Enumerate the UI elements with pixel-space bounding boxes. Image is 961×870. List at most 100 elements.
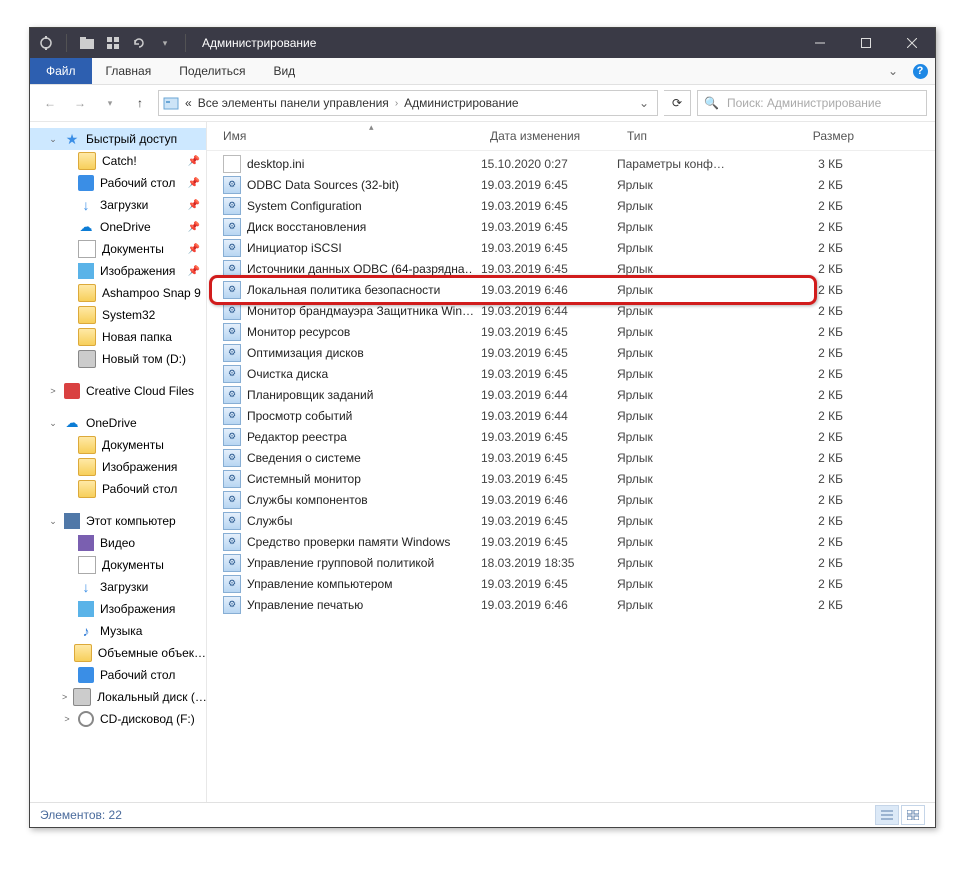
- sidebar-item[interactable]: ☁OneDrive📌: [30, 216, 206, 238]
- address-dropdown-icon[interactable]: ⌄: [635, 96, 653, 110]
- tab-share[interactable]: Поделиться: [165, 58, 259, 84]
- sidebar-item[interactable]: Видео: [30, 532, 206, 554]
- file-row[interactable]: ⚙Оптимизация дисков19.03.2019 6:45Ярлык2…: [207, 342, 935, 363]
- sidebar-item[interactable]: Изображения📌: [30, 260, 206, 282]
- sidebar-item[interactable]: Catch!📌: [30, 150, 206, 172]
- sidebar-item[interactable]: Документы: [30, 434, 206, 456]
- view-details-button[interactable]: [875, 805, 899, 825]
- file-row[interactable]: ⚙Планировщик заданий19.03.2019 6:44Ярлык…: [207, 384, 935, 405]
- pin-icon: 📌: [188, 200, 200, 211]
- file-row[interactable]: ⚙Монитор брандмауэра Защитника Win…19.03…: [207, 300, 935, 321]
- file-row[interactable]: ⚙Просмотр событий19.03.2019 6:44Ярлык2 К…: [207, 405, 935, 426]
- file-date: 19.03.2019 6:46: [473, 283, 609, 297]
- nav-back-button[interactable]: ←: [38, 91, 62, 115]
- nav-forward-button[interactable]: →: [68, 91, 92, 115]
- pin-icon: 📌: [188, 178, 200, 189]
- sidebar-item[interactable]: >Creative Cloud Files: [30, 380, 206, 402]
- column-name[interactable]: Имя: [215, 122, 482, 150]
- sidebar-item[interactable]: Ashampoo Snap 9: [30, 282, 206, 304]
- file-row[interactable]: ⚙Источники данных ODBC (64-разрядна…19.0…: [207, 258, 935, 279]
- search-input[interactable]: [725, 95, 920, 111]
- sidebar-item[interactable]: ⌄☁OneDrive: [30, 412, 206, 434]
- cc-icon: [64, 383, 80, 399]
- nav-up-button[interactable]: ↑: [128, 91, 152, 115]
- tab-home[interactable]: Главная: [92, 58, 166, 84]
- column-size[interactable]: Размер: [764, 122, 863, 150]
- file-row[interactable]: ⚙Управление компьютером19.03.2019 6:45Яр…: [207, 573, 935, 594]
- chevron-right-icon[interactable]: ›: [395, 98, 398, 109]
- file-row[interactable]: ⚙System Configuration19.03.2019 6:45Ярлы…: [207, 195, 935, 216]
- sidebar-item[interactable]: System32: [30, 304, 206, 326]
- help-button[interactable]: ?: [905, 58, 935, 84]
- file-row[interactable]: ⚙ODBC Data Sources (32-bit)19.03.2019 6:…: [207, 174, 935, 195]
- tab-view[interactable]: Вид: [259, 58, 309, 84]
- sidebar-item[interactable]: Новая папка: [30, 326, 206, 348]
- file-type: Ярлык: [609, 178, 753, 192]
- sidebar-item[interactable]: >CD-дисковод (F:): [30, 708, 206, 730]
- maximize-button[interactable]: [843, 28, 889, 58]
- file-row[interactable]: desktop.ini15.10.2020 0:27Параметры конф…: [207, 153, 935, 174]
- file-row[interactable]: ⚙Локальная политика безопасности19.03.20…: [207, 279, 935, 300]
- nav-recent-dropdown[interactable]: ▾: [98, 91, 122, 115]
- file-date: 19.03.2019 6:45: [473, 577, 609, 591]
- folder-icon: [78, 306, 96, 324]
- view-large-icons-button[interactable]: [901, 805, 925, 825]
- folder-icon: [78, 458, 96, 476]
- close-button[interactable]: [889, 28, 935, 58]
- file-row[interactable]: ⚙Системный монитор19.03.2019 6:45Ярлык2 …: [207, 468, 935, 489]
- sidebar-item[interactable]: Изображения: [30, 598, 206, 620]
- ribbon-expand-icon[interactable]: ⌄: [881, 58, 905, 84]
- address-bar[interactable]: « Все элементы панели управления › Админ…: [158, 90, 658, 116]
- sidebar-item[interactable]: ♪Музыка: [30, 620, 206, 642]
- file-row[interactable]: ⚙Инициатор iSCSI19.03.2019 6:45Ярлык2 КБ: [207, 237, 935, 258]
- tree-expand-icon[interactable]: >: [48, 386, 58, 396]
- file-name: Управление групповой политикой: [247, 556, 434, 570]
- tree-expand-icon[interactable]: >: [62, 692, 67, 702]
- sidebar-item[interactable]: ↓Загрузки: [30, 576, 206, 598]
- sidebar-item[interactable]: Объемные объек…: [30, 642, 206, 664]
- search-box[interactable]: 🔍: [697, 90, 927, 116]
- file-row[interactable]: ⚙Диск восстановления19.03.2019 6:45Ярлык…: [207, 216, 935, 237]
- tab-file[interactable]: Файл: [30, 58, 92, 84]
- qat-dropdown-icon[interactable]: ▾: [157, 35, 173, 51]
- file-row[interactable]: ⚙Управление печатью19.03.2019 6:46Ярлык2…: [207, 594, 935, 615]
- file-row[interactable]: ⚙Монитор ресурсов19.03.2019 6:45Ярлык2 К…: [207, 321, 935, 342]
- file-row[interactable]: ⚙Редактор реестра19.03.2019 6:45Ярлык2 К…: [207, 426, 935, 447]
- qat-properties-icon[interactable]: [38, 35, 54, 51]
- file-list[interactable]: desktop.ini15.10.2020 0:27Параметры конф…: [207, 151, 935, 802]
- file-row[interactable]: ⚙Службы компонентов19.03.2019 6:46Ярлык2…: [207, 489, 935, 510]
- minimize-button[interactable]: [797, 28, 843, 58]
- qat-new-folder-icon[interactable]: [79, 35, 95, 51]
- file-row[interactable]: ⚙Очистка диска19.03.2019 6:45Ярлык2 КБ: [207, 363, 935, 384]
- sidebar-item[interactable]: Рабочий стол: [30, 664, 206, 686]
- qat-undo-icon[interactable]: [131, 35, 147, 51]
- file-row[interactable]: ⚙Сведения о системе19.03.2019 6:45Ярлык2…: [207, 447, 935, 468]
- sidebar-item[interactable]: Изображения: [30, 456, 206, 478]
- sidebar-item[interactable]: Рабочий стол📌: [30, 172, 206, 194]
- sidebar-item[interactable]: Новый том (D:): [30, 348, 206, 370]
- sidebar-item[interactable]: Документы: [30, 554, 206, 576]
- sidebar-item[interactable]: ⌄Этот компьютер: [30, 510, 206, 532]
- refresh-button[interactable]: ⟳: [664, 90, 691, 116]
- sidebar-item[interactable]: ⌄★Быстрый доступ: [30, 128, 206, 150]
- breadcrumb-2[interactable]: Администрирование: [404, 96, 518, 110]
- column-date[interactable]: Дата изменения: [482, 122, 619, 150]
- file-date: 19.03.2019 6:46: [473, 493, 609, 507]
- file-row[interactable]: ⚙Службы19.03.2019 6:45Ярлык2 КБ: [207, 510, 935, 531]
- breadcrumb-1[interactable]: Все элементы панели управления: [198, 96, 389, 110]
- file-size: 2 КБ: [753, 304, 851, 318]
- sidebar-item[interactable]: Рабочий стол: [30, 478, 206, 500]
- column-type[interactable]: Тип: [619, 122, 764, 150]
- sidebar-item[interactable]: ↓Загрузки📌: [30, 194, 206, 216]
- sidebar-item[interactable]: >Локальный диск (…: [30, 686, 206, 708]
- file-row[interactable]: ⚙Управление групповой политикой18.03.201…: [207, 552, 935, 573]
- file-type: Ярлык: [609, 409, 753, 423]
- sidebar-item[interactable]: Документы📌: [30, 238, 206, 260]
- qat-view-icon[interactable]: [105, 35, 121, 51]
- tree-expand-icon[interactable]: ⌄: [48, 516, 58, 527]
- tree-expand-icon[interactable]: >: [62, 714, 72, 724]
- tree-expand-icon[interactable]: ⌄: [48, 418, 58, 429]
- tree-expand-icon[interactable]: ⌄: [48, 134, 58, 145]
- file-row[interactable]: ⚙Средство проверки памяти Windows19.03.2…: [207, 531, 935, 552]
- sidebar-tree[interactable]: ⌄★Быстрый доступCatch!📌Рабочий стол📌↓Заг…: [30, 122, 207, 802]
